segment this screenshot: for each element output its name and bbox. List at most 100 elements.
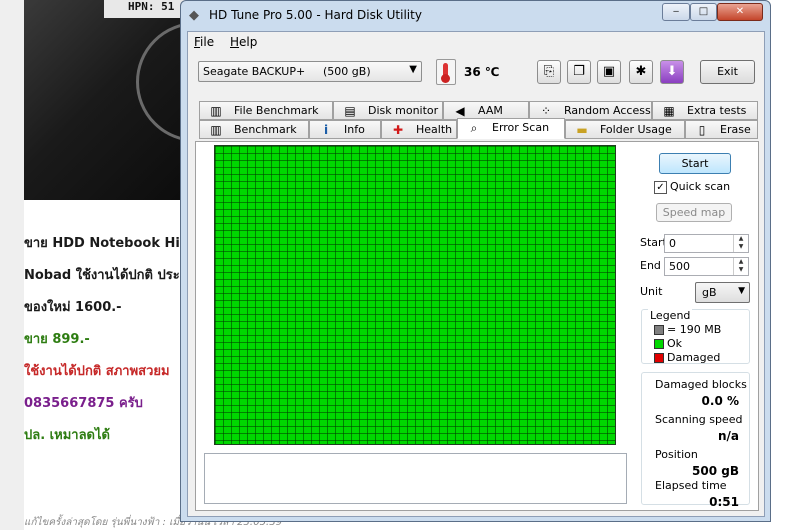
legend-group: Legend = 190 MB Ok Damaged [641, 309, 750, 364]
speed-map-button[interactable]: Speed map [656, 203, 732, 222]
copy-text-button[interactable]: ⎘ [537, 60, 561, 84]
post-line: ปล. เหมาลดได้ [24, 428, 110, 443]
scanning-speed-value: n/a [717, 429, 739, 443]
chevron-down-icon: ▼ [738, 286, 745, 296]
quick-scan-checkbox[interactable]: ✓ Quick scan [654, 180, 730, 194]
end-field-label: End [640, 259, 661, 272]
start-field[interactable]: 0 ▲ ▼ [664, 234, 749, 253]
magnifier-icon: ⌕ [470, 121, 478, 135]
tab-label: AAM [478, 104, 503, 117]
elapsed-time-label: Elapsed time [655, 479, 727, 492]
tab-extra-tests[interactable]: ▦ Extra tests [652, 101, 758, 120]
exit-button[interactable]: Exit [700, 60, 755, 84]
tab-label: Error Scan [492, 121, 550, 134]
position-value: 500 gB [692, 464, 739, 478]
tab-folder-usage[interactable]: ▬ Folder Usage [565, 120, 685, 139]
tab-label: File Benchmark [234, 104, 319, 117]
tab-label: Benchmark [234, 123, 297, 136]
hdtune-app-icon: ◆ [189, 8, 199, 23]
thermometer-bulb [441, 74, 450, 83]
folder-icon: ▬ [576, 123, 588, 137]
legend-label: Ok [667, 337, 683, 350]
options-button[interactable]: ✱ [629, 60, 653, 84]
copy-screenshot-button[interactable]: ❐ [567, 60, 591, 84]
post-line: ใช้งานได้ปกติ สภาพสวยม [24, 364, 170, 379]
post-line: Nobad ใช้งานได้ปกติ ประ [24, 268, 180, 283]
benchmark-icon: ▥ [210, 123, 222, 137]
minimize-button[interactable]: ‒ [662, 3, 690, 21]
tab-health[interactable]: ✚ Health [381, 120, 457, 139]
window-client-area: File Help Seagate BACKUP+ (500 gB) ▼ 36 … [187, 31, 765, 517]
tab-erase[interactable]: ▯ Erase [685, 120, 758, 139]
scan-log-box[interactable] [204, 453, 627, 504]
disk-monitor-icon: ▤ [344, 104, 356, 118]
tab-info[interactable]: i Info [309, 120, 381, 139]
download-icon: ⬇ [666, 64, 678, 79]
error-scan-block-grid [214, 145, 616, 445]
thermometer-icon [436, 59, 456, 85]
drive-name: Seagate BACKUP+ [203, 65, 306, 78]
start-field-label: Start [640, 236, 667, 249]
post-line: 0835667875 ครับ [24, 396, 143, 411]
spin-arrows-icon[interactable]: ▲ ▼ [733, 235, 748, 252]
health-cross-icon: ✚ [392, 123, 404, 137]
legend-item-block-size: = 190 MB [654, 323, 721, 336]
scan-stats-group: Damaged blocks 0.0 % Scanning speed n/a … [641, 372, 750, 509]
copy-text-icon: ⎘ [543, 64, 555, 79]
tab-label: Folder Usage [600, 123, 672, 136]
tab-disk-monitor[interactable]: ▤ Disk monitor [333, 101, 443, 120]
damaged-blocks-value: 0.0 % [701, 394, 739, 408]
start-field-value: 0 [669, 237, 676, 250]
drive-capacity: (500 gB) [323, 65, 371, 78]
title-bar[interactable]: ◆ HD Tune Pro 5.00 - Hard Disk Utility ‒… [181, 1, 770, 31]
drive-select[interactable]: Seagate BACKUP+ (500 gB) ▼ [198, 61, 422, 82]
tab-file-benchmark[interactable]: ▥ File Benchmark [199, 101, 333, 120]
random-access-icon: ⁘ [540, 104, 552, 118]
elapsed-time-value: 0:51 [709, 495, 739, 509]
maximize-button[interactable]: □ [690, 3, 717, 21]
close-button[interactable]: ✕ [717, 3, 763, 21]
tab-label: Disk monitor [368, 104, 439, 117]
end-field-value: 500 [669, 260, 690, 273]
spin-arrows-icon[interactable]: ▲ ▼ [733, 258, 748, 275]
scanning-speed-label: Scanning speed [655, 413, 743, 426]
window-title: HD Tune Pro 5.00 - Hard Disk Utility [209, 8, 422, 22]
copy-screenshot-icon: ❐ [573, 64, 585, 79]
menu-help-label: elp [239, 35, 258, 49]
menu-help[interactable]: Help [230, 35, 257, 49]
menu-help-accesskey: H [230, 35, 240, 49]
tab-label: Erase [720, 123, 751, 136]
legend-item-ok: Ok [654, 337, 682, 350]
unit-label: Unit [640, 285, 663, 298]
tab-benchmark[interactable]: ▥ Benchmark [199, 120, 309, 139]
tab-error-scan[interactable]: ⌕ Error Scan [457, 118, 565, 139]
info-icon: i [323, 123, 329, 137]
quick-scan-label: Quick scan [670, 180, 731, 193]
post-line: ขาย HDD Notebook Hi [24, 236, 180, 251]
unit-select[interactable]: gB ▼ [695, 282, 750, 303]
file-benchmark-icon: ▥ [210, 104, 222, 118]
end-field[interactable]: 500 ▲ ▼ [664, 257, 749, 276]
menu-bar: File Help [188, 32, 764, 52]
start-button[interactable]: Start [659, 153, 731, 174]
menu-file[interactable]: File [194, 35, 214, 49]
tab-label: Info [344, 123, 365, 136]
damaged-blocks-label: Damaged blocks [655, 378, 747, 391]
legend-swatch-gray [654, 325, 664, 335]
position-label: Position [655, 448, 698, 461]
save-icon: ▣ [602, 64, 616, 79]
toolbar: Seagate BACKUP+ (500 gB) ▼ 36 ℃ ⎘ ❐ ▣ ✱ … [188, 52, 764, 92]
tab-label: Extra tests [687, 104, 747, 117]
legend-label: = 190 MB [667, 323, 722, 336]
legend-swatch-red [654, 353, 664, 363]
unit-value: gB [702, 286, 717, 299]
menu-file-label: ile [200, 35, 215, 49]
tab-label: Health [416, 123, 453, 136]
save-button[interactable]: ▣ [597, 60, 621, 84]
download-button[interactable]: ⬇ [660, 60, 684, 84]
post-line: ขาย 899.- [24, 332, 90, 347]
speaker-icon: ◀ [455, 104, 465, 118]
hdd-photo [24, 0, 256, 200]
checkbox-checked-icon: ✓ [654, 180, 667, 194]
options-icon: ✱ [635, 64, 647, 79]
